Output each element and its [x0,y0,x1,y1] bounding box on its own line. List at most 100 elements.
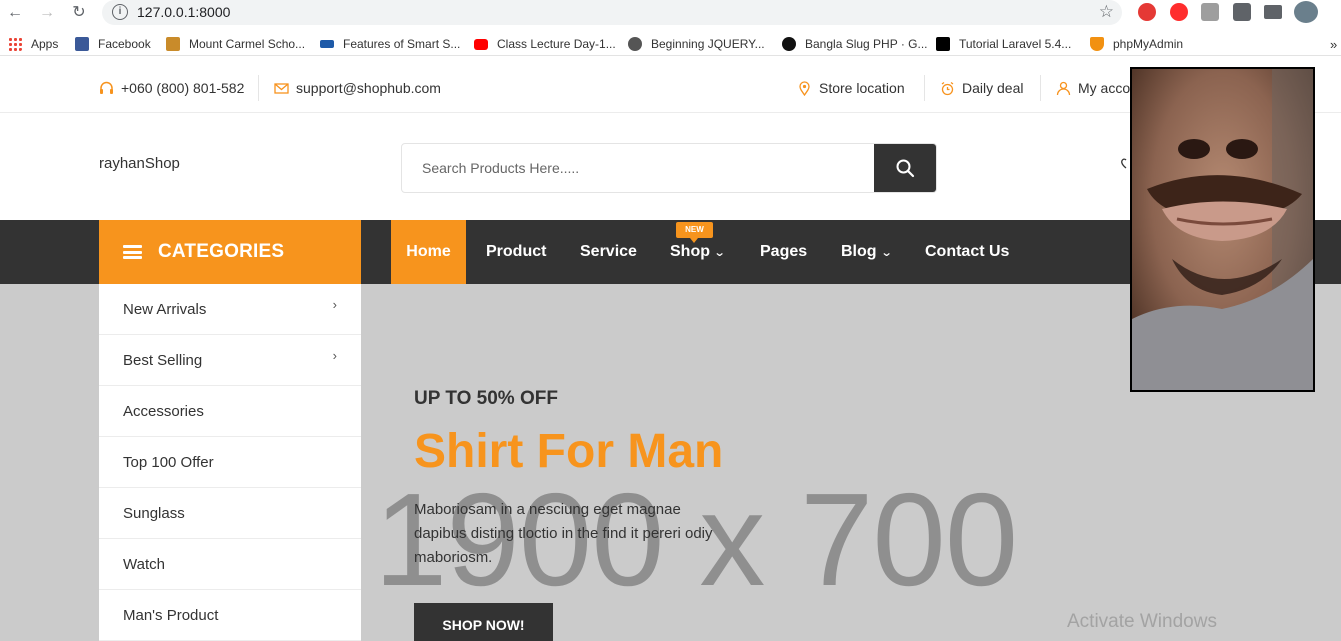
site-info-icon[interactable]: i [112,4,128,20]
bookmark-facebook[interactable]: Facebook [75,35,151,53]
bookmark-bangla-slug[interactable]: Bangla Slug PHP · G... [782,35,928,53]
chevron-down-icon: ⌄ [880,246,893,259]
categories-title: CATEGORIES [158,241,285,262]
bookmark-star-icon[interactable]: ☆ [1099,2,1114,22]
category-item-accessories[interactable]: Accessories [99,386,361,437]
back-icon[interactable]: ← [5,3,25,23]
bookmark-mount-carmel[interactable]: Mount Carmel Scho... [166,35,305,53]
more-bookmarks-icon: » [1330,36,1338,52]
category-item-best-selling[interactable]: Best Selling › [99,335,361,386]
bookmark-label: Features of Smart S... [343,37,461,51]
nav-contact-us[interactable]: Contact Us [925,220,1009,284]
button-label: SHOP NOW! [442,617,525,633]
chevron-right-icon: › [332,297,337,312]
print-extension-icon[interactable] [1201,3,1219,21]
profile-avatar[interactable] [1294,1,1318,23]
category-item-mans-product[interactable]: Man's Product [99,590,361,641]
globe-icon [628,37,642,51]
nav-home[interactable]: Home [391,220,466,284]
extensions-puzzle-icon[interactable] [1233,3,1251,21]
reload-icon[interactable]: ↻ [69,3,89,23]
category-label: Sunglass [123,505,185,522]
site-logo[interactable]: rayhanShop [99,155,180,172]
bookmark-label: Facebook [98,37,151,51]
nav-service[interactable]: Service [580,220,637,284]
nav-label: Service [580,243,637,260]
bookmark-label: Tutorial Laravel 5.4... [959,37,1072,51]
facebook-icon [75,37,89,51]
search-icon [896,159,915,178]
medium-icon [936,37,950,51]
divider [924,75,925,101]
bookmark-label: Class Lecture Day-1... [497,37,616,51]
topbar-email[interactable]: support@shophub.com [274,79,441,97]
topbar-store-location[interactable]: Store location [797,79,905,97]
hero-kicker: UP TO 50% OFF [414,388,558,409]
chevron-down-icon: ⌄ [713,246,726,259]
headset-icon [99,81,114,96]
school-icon [166,37,180,51]
nav-label: Home [406,243,451,260]
bookmark-apps[interactable]: Apps [8,35,58,53]
category-item-new-arrivals[interactable]: New Arrivals › [99,284,361,335]
map-pin-icon [797,80,812,96]
category-label: New Arrivals [123,301,207,318]
apps-grid-icon [8,37,22,51]
bookmark-laravel-tutorial[interactable]: Tutorial Laravel 5.4... [936,35,1071,53]
envelope-icon [274,81,289,96]
youtube-icon [474,38,488,50]
alarm-clock-icon [940,81,955,96]
shop-now-button[interactable]: SHOP NOW! [414,603,553,641]
site-icon [320,40,334,48]
nav-blog[interactable]: Blog ⌄ [841,220,893,284]
store-location-link[interactable]: Store location [819,80,905,96]
nav-label: Shop [670,243,710,260]
nav-pages[interactable]: Pages [760,220,807,284]
nav-label: Pages [760,243,808,260]
category-item-sunglass[interactable]: Sunglass [99,488,361,539]
category-item-top-100-offer[interactable]: Top 100 Offer [99,437,361,488]
email-address[interactable]: support@shophub.com [296,80,441,96]
search-input[interactable] [402,144,876,192]
hero-description: Maboriosam in a nesciung eget magnae dap… [414,501,713,566]
my-account-link[interactable]: My acco [1078,80,1130,96]
adblock-extension-icon[interactable] [1138,3,1156,21]
webcam-face-image [1132,69,1313,390]
more-bookmarks-button[interactable]: » [1330,35,1337,53]
phone-number: +060 (800) 801-582 [121,80,245,96]
categories-toggle[interactable]: CATEGORIES [99,220,361,284]
category-item-watch[interactable]: Watch [99,539,361,590]
bookmark-label: Bangla Slug PHP · G... [805,37,928,51]
url-text[interactable]: 127.0.0.1:8000 [137,4,230,20]
youtube-extension-icon[interactable] [1170,3,1188,21]
media-control-icon[interactable] [1264,5,1282,19]
windows-activation-watermark: Activate Windows [1067,611,1217,632]
topbar-phone: +060 (800) 801-582 [99,79,244,97]
hero-title: Shirt For Man [414,425,724,478]
bookmark-class-lecture[interactable]: Class Lecture Day-1... [474,35,616,53]
category-list: New Arrivals › Best Selling › Accessorie… [99,284,361,641]
user-icon [1056,81,1071,96]
github-icon [782,37,796,51]
nav-label: Contact Us [925,243,1010,260]
address-bar[interactable]: i 127.0.0.1:8000 ☆ [102,0,1122,25]
bookmark-phpmyadmin[interactable]: phpMyAdmin [1090,35,1183,53]
nav-product[interactable]: Product [486,220,546,284]
search-bar [401,143,937,193]
divider [258,75,259,101]
category-label: Watch [123,556,165,573]
bookmark-jquery[interactable]: Beginning JQUERY... [628,35,765,53]
category-label: Man's Product [123,607,219,624]
search-button[interactable] [874,144,936,192]
nav-shop[interactable]: Shop ⌄ [670,220,726,284]
bookmark-smart-features[interactable]: Features of Smart S... [320,35,460,53]
topbar-daily-deal[interactable]: Daily deal [940,79,1023,97]
nav-label: Blog [841,243,877,260]
bookmark-label: Mount Carmel Scho... [189,37,306,51]
bookmark-label: Beginning JQUERY... [651,37,765,51]
bookmark-label: phpMyAdmin [1113,37,1184,51]
daily-deal-link[interactable]: Daily deal [962,80,1023,96]
divider [1040,75,1041,101]
forward-icon[interactable]: → [37,3,57,23]
topbar-my-account[interactable]: My acco [1056,79,1130,97]
